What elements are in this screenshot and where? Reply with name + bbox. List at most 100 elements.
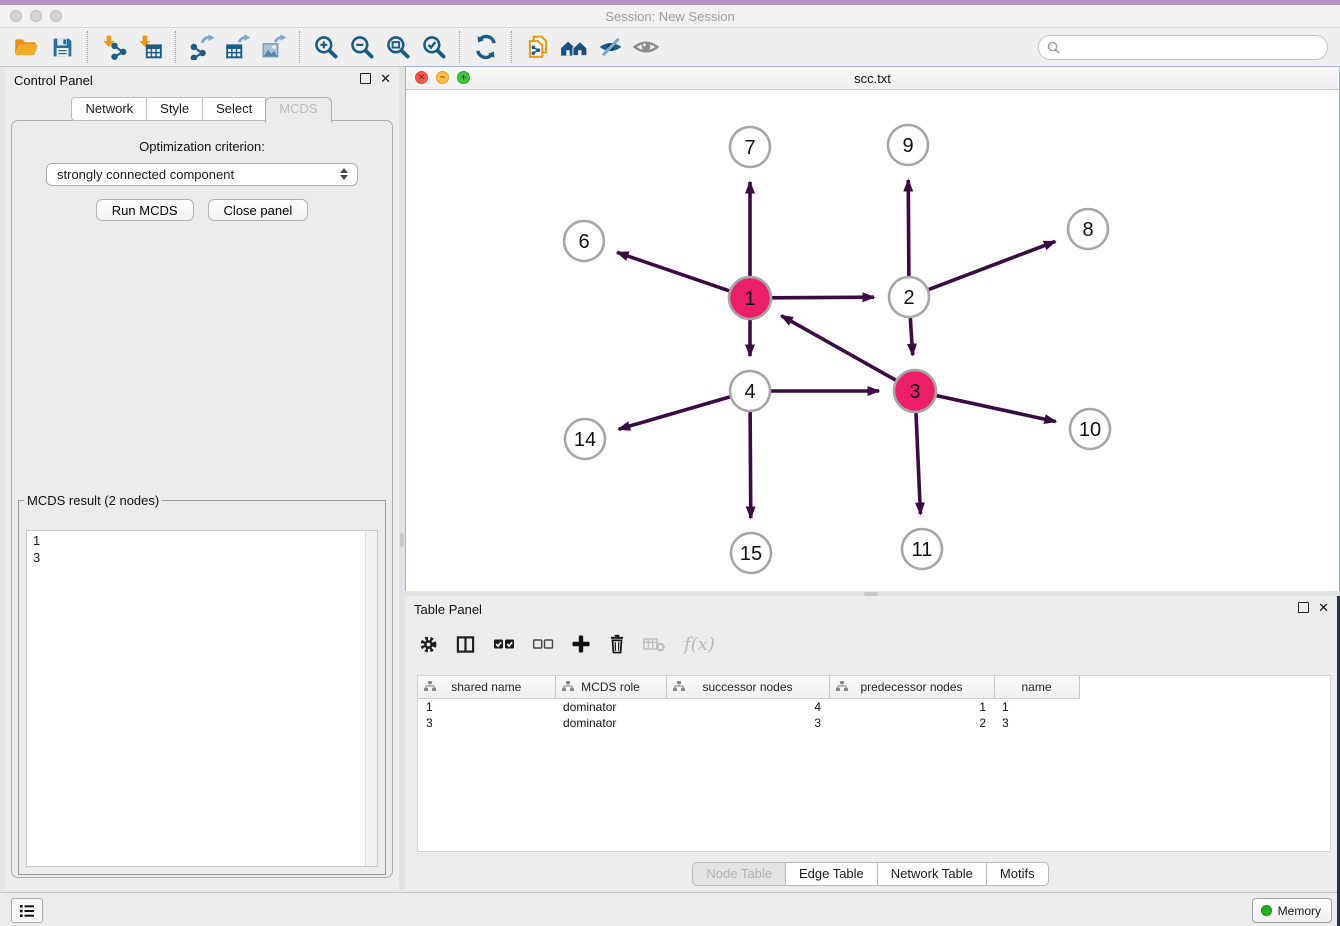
graph-edge-1-6[interactable] bbox=[617, 252, 729, 290]
mcds-result-list[interactable]: 13 bbox=[26, 530, 378, 867]
graph-edge-3-11[interactable] bbox=[916, 413, 920, 514]
table-cell[interactable]: 2 bbox=[829, 715, 994, 731]
table-cell[interactable]: dominator bbox=[555, 699, 666, 716]
graph-node-14[interactable]: 14 bbox=[565, 419, 605, 459]
svg-text:3: 3 bbox=[909, 381, 920, 403]
tab-select[interactable]: Select bbox=[202, 97, 266, 121]
table-row[interactable]: 3dominator323 bbox=[418, 715, 1079, 731]
table-row[interactable]: 1dominator411 bbox=[418, 699, 1079, 716]
graph-node-7[interactable]: 7 bbox=[730, 127, 770, 167]
table-settings-button[interactable] bbox=[419, 635, 438, 654]
deselect-all-button[interactable] bbox=[532, 636, 554, 652]
column-header-name[interactable]: name bbox=[994, 676, 1079, 699]
splitter-grip[interactable] bbox=[400, 533, 404, 547]
graph-node-15[interactable]: 15 bbox=[731, 533, 771, 573]
column-header-mcds-role[interactable]: MCDS role bbox=[555, 676, 666, 699]
tab-style[interactable]: Style bbox=[146, 97, 203, 121]
add-column-button[interactable] bbox=[571, 634, 591, 654]
table-tab-network-table[interactable]: Network Table bbox=[877, 862, 987, 886]
table-cell[interactable]: 4 bbox=[666, 699, 829, 716]
table-cell[interactable]: 1 bbox=[829, 699, 994, 716]
plus-icon bbox=[571, 634, 591, 654]
graph-node-9[interactable]: 9 bbox=[888, 125, 928, 165]
import-table-button[interactable] bbox=[132, 30, 168, 64]
table-panel: Table Panel ✕ bbox=[405, 596, 1337, 890]
criterion-select[interactable]: strongly connected component bbox=[46, 163, 358, 186]
export-image-icon bbox=[261, 34, 287, 60]
function-builder-button[interactable]: f(x) bbox=[684, 634, 715, 655]
table-cell[interactable]: 3 bbox=[418, 715, 555, 731]
show-all-button[interactable] bbox=[628, 30, 664, 64]
graph-node-6[interactable]: 6 bbox=[564, 221, 604, 261]
graph-node-11[interactable]: 11 bbox=[902, 529, 942, 569]
network-canvas[interactable]: 7 9 6 8 1 2 4 3 14 10 15 11 bbox=[406, 90, 1339, 591]
graph-edge-4-15[interactable] bbox=[750, 412, 751, 518]
select-all-button[interactable] bbox=[493, 636, 515, 652]
close-panel-icon[interactable]: ✕ bbox=[1318, 602, 1329, 613]
close-panel-icon[interactable]: ✕ bbox=[380, 73, 391, 84]
graph-edge-1-2[interactable] bbox=[772, 297, 874, 298]
table-cell[interactable]: 3 bbox=[666, 715, 829, 731]
export-table-button[interactable] bbox=[220, 30, 256, 64]
table-tab-edge-table[interactable]: Edge Table bbox=[785, 862, 878, 886]
split-panes-button[interactable] bbox=[455, 635, 476, 654]
table-cell[interactable]: 1 bbox=[418, 699, 555, 716]
toolbar-separator bbox=[175, 31, 177, 63]
graph-edge-2-9[interactable] bbox=[908, 180, 909, 276]
graph-node-2[interactable]: 2 bbox=[889, 277, 929, 317]
zoom-in-button[interactable] bbox=[308, 30, 344, 64]
column-header-predecessor-nodes[interactable]: predecessor nodes bbox=[829, 676, 994, 699]
graph-edge-2-3[interactable] bbox=[910, 318, 912, 355]
svg-text:1: 1 bbox=[744, 288, 755, 310]
network-window-titlebar: ✕ − + scc.txt bbox=[406, 67, 1339, 90]
export-network-button[interactable] bbox=[184, 30, 220, 64]
apply-layout-button[interactable] bbox=[468, 30, 504, 64]
table-tab-node-table[interactable]: Node Table bbox=[692, 862, 786, 886]
run-mcds-button[interactable]: Run MCDS bbox=[96, 199, 194, 221]
graph-edge-3-1[interactable] bbox=[781, 316, 895, 381]
column-attribute-icon bbox=[673, 681, 685, 691]
select-all-icon bbox=[493, 636, 515, 652]
delete-column-button[interactable] bbox=[608, 634, 626, 654]
import-network-button[interactable] bbox=[96, 30, 132, 64]
graph-node-3[interactable]: 3 bbox=[894, 370, 936, 412]
clone-network-button[interactable] bbox=[520, 30, 556, 64]
tab-network[interactable]: Network bbox=[71, 97, 147, 121]
eye-icon bbox=[632, 34, 660, 60]
graph-edge-4-14[interactable] bbox=[619, 397, 730, 429]
delete-table-button[interactable] bbox=[643, 636, 667, 652]
column-header-successor-nodes[interactable]: successor nodes bbox=[666, 676, 829, 699]
graph-node-4[interactable]: 4 bbox=[730, 371, 770, 411]
graph-node-10[interactable]: 10 bbox=[1070, 409, 1110, 449]
column-header-shared-name[interactable]: shared name bbox=[418, 676, 555, 699]
table-panel-title: Table Panel bbox=[414, 602, 482, 617]
open-session-button[interactable] bbox=[8, 30, 44, 64]
result-scrollbar[interactable] bbox=[365, 531, 377, 866]
clone-network-icon bbox=[525, 34, 551, 60]
close-panel-button[interactable]: Close panel bbox=[208, 199, 309, 221]
table-cell[interactable]: dominator bbox=[555, 715, 666, 731]
column-attribute-icon bbox=[424, 681, 436, 691]
table-cell[interactable]: 3 bbox=[994, 715, 1079, 731]
graph-node-1[interactable]: 1 bbox=[729, 277, 771, 319]
memory-button[interactable]: Memory bbox=[1252, 898, 1332, 923]
float-panel-icon[interactable] bbox=[1298, 602, 1309, 613]
float-panel-icon[interactable] bbox=[360, 73, 371, 84]
tab-mcds[interactable]: MCDS bbox=[265, 97, 331, 123]
table-tab-motifs[interactable]: Motifs bbox=[986, 862, 1049, 886]
hide-selected-button[interactable] bbox=[592, 30, 628, 64]
task-history-button[interactable] bbox=[11, 898, 43, 923]
zoom-out-button[interactable] bbox=[344, 30, 380, 64]
first-neighbors-button[interactable] bbox=[556, 30, 592, 64]
graph-edge-3-10[interactable] bbox=[936, 396, 1055, 422]
zoom-fit-button[interactable] bbox=[380, 30, 416, 64]
export-image-button[interactable] bbox=[256, 30, 292, 64]
graph-node-8[interactable]: 8 bbox=[1068, 209, 1108, 249]
column-header-label: MCDS role bbox=[581, 680, 640, 694]
save-session-button[interactable] bbox=[44, 30, 80, 64]
search-input[interactable] bbox=[1060, 40, 1327, 54]
zoom-selected-button[interactable] bbox=[416, 30, 452, 64]
open-folder-icon bbox=[13, 34, 39, 60]
table-cell[interactable]: 1 bbox=[994, 699, 1079, 716]
graph-edge-2-8[interactable] bbox=[929, 241, 1056, 289]
